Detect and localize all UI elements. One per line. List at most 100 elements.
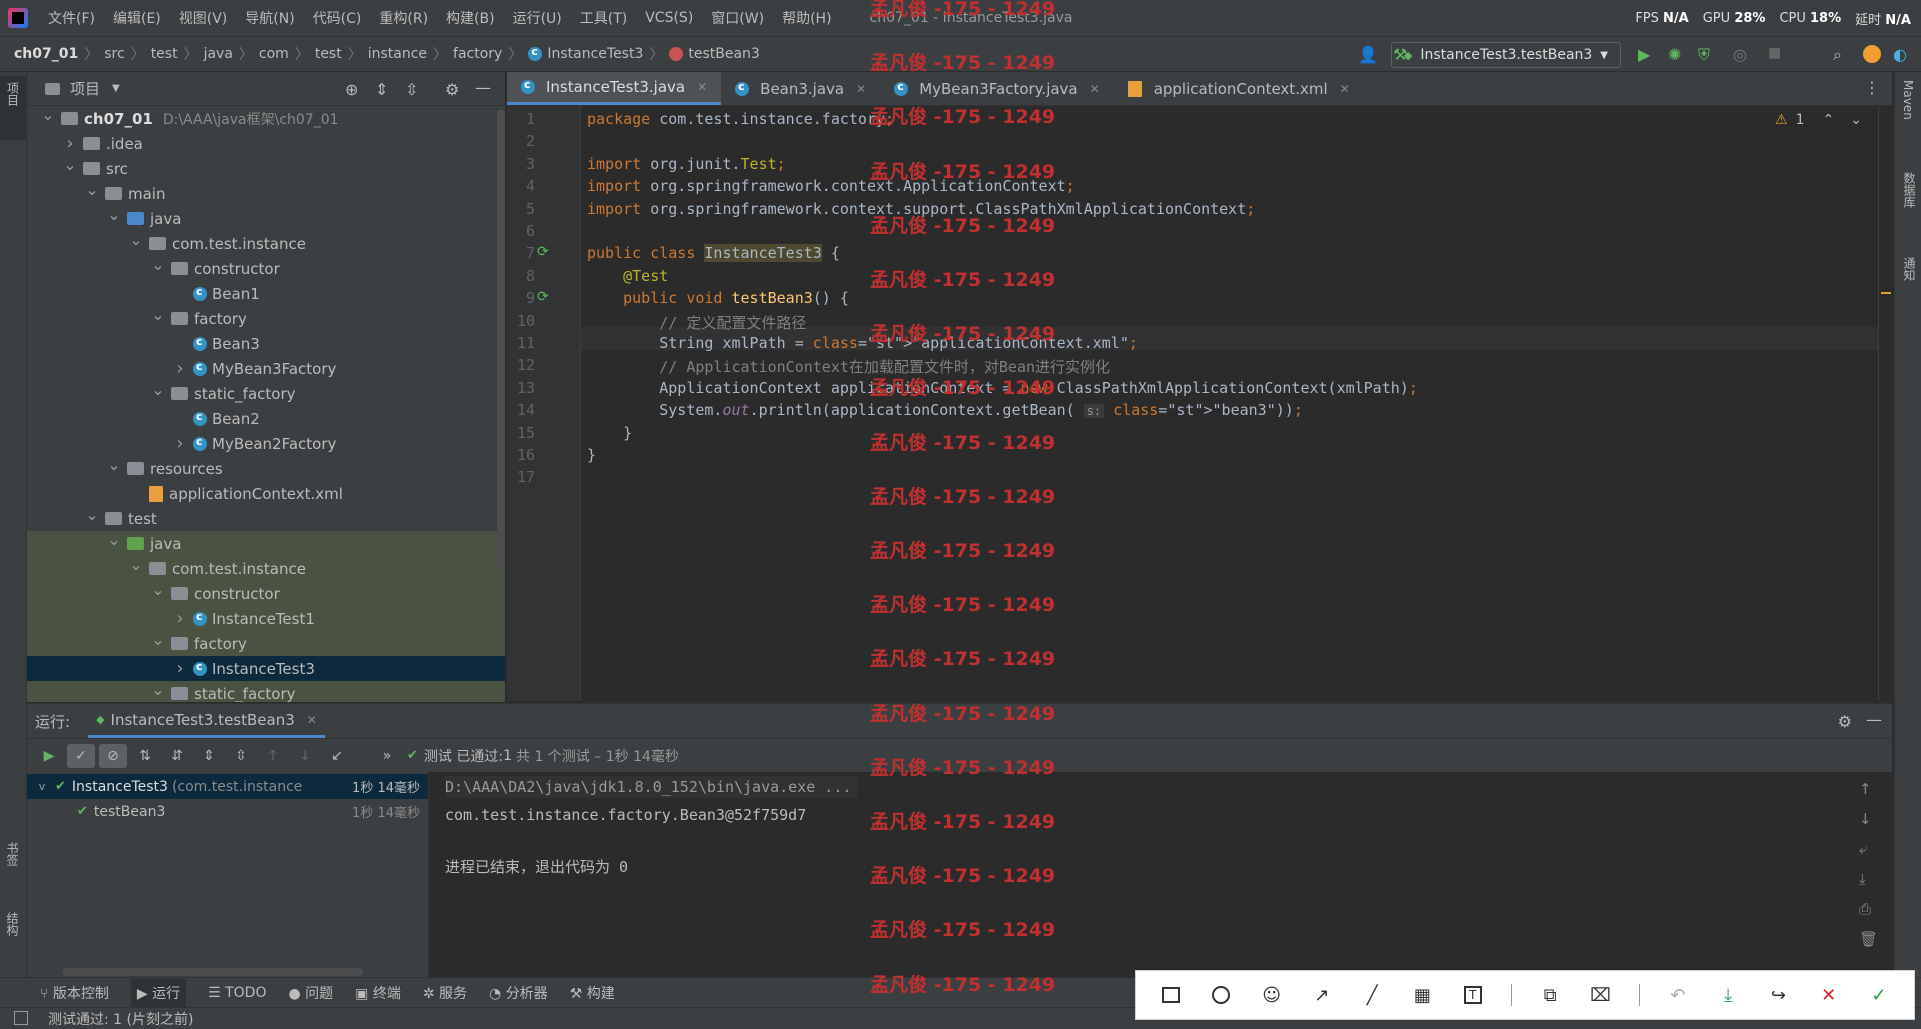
coverage-icon[interactable]: ⛨ xyxy=(1698,45,1716,64)
run-config-selector[interactable]: ◆ InstanceTest3.testBean3 ▼ xyxy=(1390,42,1621,68)
project-panel-title[interactable]: 项目 xyxy=(70,78,100,99)
pen-tool-icon[interactable]: ╱ xyxy=(1360,983,1384,1007)
notifications-tool-button[interactable]: 通知 xyxy=(1901,257,1918,285)
chevron-down-icon[interactable]: ⌄ xyxy=(107,205,121,224)
chevron-down-icon[interactable]: ⌄ xyxy=(85,505,99,524)
scroll-to-end-icon[interactable]: ⤓ xyxy=(1859,870,1878,888)
expand-all-icon[interactable]: ⇕ xyxy=(375,80,388,99)
collapse-all-icon[interactable]: ⇳ xyxy=(227,744,255,768)
tree-item[interactable]: › .idea xyxy=(27,131,505,156)
tab-instancetest3[interactable]: InstanceTest3.java ✕ xyxy=(507,72,722,105)
tree-item[interactable]: ⌄ test xyxy=(27,505,505,531)
soft-wrap-icon[interactable]: ⤶ xyxy=(1859,840,1878,858)
breadcrumb-com[interactable]: com xyxy=(259,46,289,62)
chevron-right-icon[interactable]: › xyxy=(63,133,77,154)
tool-problems[interactable]: ● 问题 xyxy=(288,983,333,1003)
editor-scrollbar[interactable] xyxy=(1878,106,1892,701)
menu-tools[interactable]: 工具(T) xyxy=(580,8,627,28)
breadcrumb-src[interactable]: src xyxy=(104,46,124,62)
minimize-icon[interactable]: — xyxy=(1866,710,1882,729)
test-case-row[interactable]: ✔ testBean3 1秒 14毫秒 xyxy=(27,799,428,824)
tree-item[interactable]: Bean1 xyxy=(27,281,505,306)
menu-file[interactable]: 文件(F) xyxy=(48,8,95,28)
maven-tool-button[interactable]: Maven xyxy=(1901,80,1915,124)
import-tests-icon[interactable]: ↙ xyxy=(323,744,351,768)
run-icon[interactable]: ▶ xyxy=(1638,45,1656,64)
breadcrumb-method[interactable]: testBean3 xyxy=(688,46,759,62)
sort-alpha-icon[interactable]: ⇅ xyxy=(131,744,159,768)
debug-icon[interactable]: ✺ xyxy=(1668,45,1686,64)
tool-build[interactable]: ⚒ 构建 xyxy=(570,983,615,1003)
menu-window[interactable]: 窗口(W) xyxy=(711,8,764,28)
warning-marker[interactable] xyxy=(1881,292,1891,294)
status-text[interactable]: 测试通过: 1 (片刻之前) xyxy=(48,1009,193,1029)
database-tool-button[interactable]: 数据库 xyxy=(1901,172,1918,212)
tree-item[interactable]: applicationContext.xml xyxy=(27,481,505,506)
menu-code[interactable]: 代码(C) xyxy=(313,8,362,28)
inspection-widget[interactable]: ⚠ 1 ⌃ ⌄ xyxy=(1775,112,1862,128)
chevron-right-icon[interactable]: › xyxy=(173,658,187,679)
close-icon[interactable]: ✕ xyxy=(1340,82,1350,96)
prev-failed-icon[interactable]: ↑ xyxy=(259,744,287,768)
tree-item[interactable]: ⌄ main xyxy=(27,180,505,206)
gear-icon[interactable]: ⚙ xyxy=(445,80,459,99)
plugin-icon[interactable]: ◐ xyxy=(1893,45,1911,64)
sort-duration-icon[interactable]: ⇵ xyxy=(163,744,191,768)
update-icon[interactable] xyxy=(1863,45,1881,63)
minimize-icon[interactable]: — xyxy=(475,78,491,97)
menu-navigate[interactable]: 导航(N) xyxy=(245,8,294,28)
close-icon[interactable]: ✕ xyxy=(307,713,317,727)
run-gutter-icon[interactable]: ⟳ xyxy=(537,244,549,260)
gear-icon[interactable]: ⚙ xyxy=(1838,712,1852,731)
tree-item[interactable]: › MyBean2Factory xyxy=(27,431,505,456)
chevron-down-icon[interactable]: ⌄ xyxy=(41,106,55,124)
breadcrumb-instance[interactable]: instance xyxy=(368,46,427,62)
breadcrumb-java[interactable]: java xyxy=(204,46,233,62)
user-icon[interactable]: 👤 xyxy=(1358,45,1378,64)
next-failed-icon[interactable]: ↓ xyxy=(291,744,319,768)
tree-item[interactable]: ⌄ factory xyxy=(27,305,505,331)
chevron-down-icon[interactable]: ⌄ xyxy=(151,305,165,324)
show-passed-icon[interactable]: ✓ xyxy=(67,743,95,768)
ocr-tool-icon[interactable]: ⧉ xyxy=(1538,983,1562,1007)
tool-vcs[interactable]: ⑂ 版本控制 xyxy=(40,983,109,1003)
tool-services[interactable]: ✲ 服务 xyxy=(423,983,467,1003)
close-icon[interactable]: ✕ xyxy=(1090,82,1100,96)
menu-help[interactable]: 帮助(H) xyxy=(782,8,831,28)
tree-item[interactable]: ⌄ resources xyxy=(27,455,505,481)
save-icon[interactable]: ⤓ xyxy=(1716,983,1740,1007)
chevron-down-icon[interactable]: ⌄ xyxy=(151,630,165,649)
search-icon[interactable]: ⌕ xyxy=(1833,45,1851,64)
scroll-down-icon[interactable]: ↓ xyxy=(1859,810,1878,828)
chevron-up-icon[interactable]: ⌃ xyxy=(1823,112,1835,128)
ellipse-tool-icon[interactable] xyxy=(1209,983,1233,1007)
breadcrumb-project[interactable]: ch07_01 xyxy=(14,46,78,62)
chevron-down-icon[interactable]: ⌄ xyxy=(151,680,165,699)
chevron-down-icon[interactable]: ⌄ xyxy=(151,380,165,399)
translate-tool-icon[interactable]: ⌧ xyxy=(1588,983,1612,1007)
tree-item[interactable]: › MyBean3Factory xyxy=(27,356,505,381)
tab-bean3[interactable]: Bean3.java ✕ xyxy=(721,72,880,105)
console-output[interactable]: D:\AAA\DA2\java\jdk1.8.0_152\bin\java.ex… xyxy=(429,772,1892,978)
more-tabs-icon[interactable]: ⋮ xyxy=(1864,78,1880,97)
run-gutter-icon[interactable]: ⟳ xyxy=(537,289,549,305)
expand-all-icon[interactable]: ⇕ xyxy=(195,744,223,768)
chevron-down-icon[interactable]: ⌄ xyxy=(129,230,143,249)
tree-item[interactable]: ⌄ com.test.instance xyxy=(27,230,505,256)
tree-item[interactable]: › InstanceTest3 xyxy=(27,656,505,681)
chevron-down-icon[interactable]: ⌄ xyxy=(85,180,99,199)
stop-icon[interactable]: ■ xyxy=(1768,45,1786,63)
close-icon[interactable]: ✕ xyxy=(856,82,866,96)
rerun-icon[interactable]: ▶ xyxy=(35,744,63,768)
undo-icon[interactable]: ↶ xyxy=(1666,983,1690,1007)
project-scrollbar[interactable] xyxy=(497,110,505,568)
chevron-right-icon[interactable]: › xyxy=(173,433,187,454)
chevron-down-icon[interactable]: ⌄ xyxy=(151,580,165,599)
menu-refactor[interactable]: 重构(R) xyxy=(379,8,428,28)
locate-icon[interactable]: ⊕ xyxy=(345,80,358,99)
tree-item[interactable]: Bean2 xyxy=(27,406,505,431)
menu-view[interactable]: 视图(V) xyxy=(179,8,228,28)
code-editor[interactable]: 1 2 3 4 5 6 7 8 9 10 11 12 13 14 15 16 17 ⟳ ⟳ package com.… xyxy=(507,106,1892,701)
tree-item[interactable]: ⌄ src xyxy=(27,155,505,181)
emoji-tool-icon[interactable]: ☺ xyxy=(1260,983,1284,1007)
